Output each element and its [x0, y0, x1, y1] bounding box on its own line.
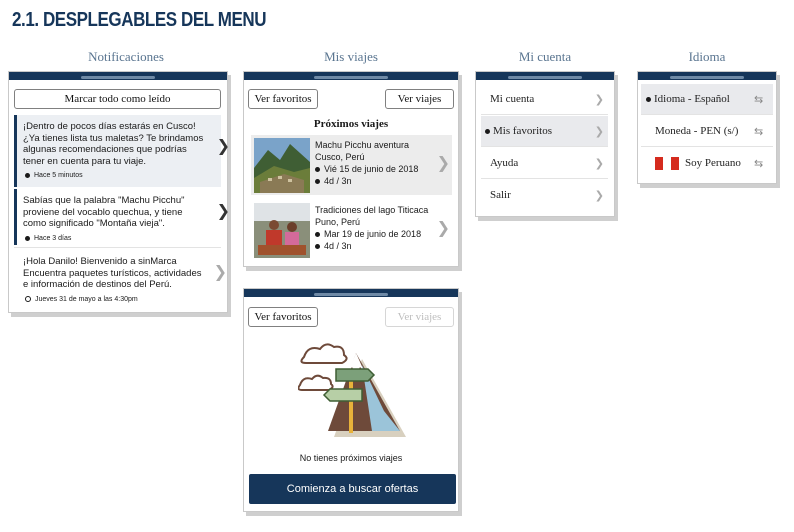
language-dropdown: Idioma - Español ⇆ Moneda - PEN (s/) ⇆ S…	[637, 71, 777, 184]
panel-grip	[314, 76, 388, 79]
menu-item-label: Ayuda	[490, 157, 519, 169]
column-heading-trips: Mis viajes	[324, 49, 378, 64]
trip-duration: 4d / 3n	[324, 241, 352, 251]
notifications-dropdown: Marcar todo como leído ¡Dentro de pocos …	[8, 71, 230, 313]
duration-dot-icon	[315, 178, 320, 184]
chevron-right-icon: ❯	[594, 189, 604, 202]
mark-all-read-button[interactable]: Marcar todo como leído	[14, 89, 221, 109]
titicaca-photo	[254, 203, 310, 258]
unread-dot-icon	[25, 173, 30, 179]
peru-flag-icon	[655, 156, 679, 170]
unread-dot-icon	[25, 235, 30, 241]
read-ring-icon	[25, 296, 31, 303]
active-dot-icon	[485, 128, 490, 134]
trip-place: Cusco, Perú	[315, 152, 365, 162]
chevron-right-icon[interactable]: ❯	[217, 138, 230, 153]
peruvian-option[interactable]: Soy Peruano ⇆	[641, 148, 773, 179]
view-trips-button[interactable]: Ver viajes	[385, 89, 454, 109]
menu-item-my-favorites[interactable]: Mis favoritos ❯	[481, 116, 608, 147]
panel-header-bar	[244, 289, 458, 297]
menu-item-my-account[interactable]: Mi cuenta ❯	[481, 84, 608, 115]
trip-card[interactable]: Machu Picchu aventura Cusco, Perú Vié 15…	[251, 135, 452, 195]
menu-item-label: Mis favoritos	[493, 125, 552, 137]
panel-grip	[670, 76, 744, 79]
language-label: Idioma - Español	[654, 93, 730, 105]
notification-text: algunas recomendaciones que podrías	[23, 144, 187, 155]
notification-text: ¡Dentro de pocos días estarás en Cusco!	[23, 121, 196, 132]
notification-item[interactable]: Sabías que la palabra "Machu Picchu" pro…	[14, 189, 230, 245]
empty-state-message: No tienes próximos viajes	[299, 453, 403, 463]
menu-item-logout[interactable]: Salir ❯	[481, 180, 608, 211]
menu-item-help[interactable]: Ayuda ❯	[481, 148, 608, 179]
notification-text: Sabías que la palabra "Machu Picchu"	[23, 195, 185, 206]
swap-icon[interactable]: ⇆	[754, 158, 766, 170]
notification-item[interactable]: ¡Dentro de pocos días estarás en Cusco! …	[14, 115, 230, 187]
panel-grip	[314, 293, 388, 296]
trips-empty-dropdown: Ver favoritos Ver viajes No tienes próxi…	[243, 288, 459, 512]
notification-time: Hace 5 minutos	[34, 172, 83, 179]
trip-duration: 4d / 3n	[324, 176, 352, 186]
notification-time: Jueves 31 de mayo a las 4:30pm	[35, 295, 138, 303]
view-favorites-button[interactable]: Ver favoritos	[248, 307, 318, 327]
panel-header-bar	[638, 72, 776, 80]
column-heading-notifications: Notificaciones	[88, 49, 164, 64]
machu-picchu-photo	[254, 138, 310, 193]
trip-date: Mar 19 de junio de 2018	[324, 229, 422, 239]
start-searching-button[interactable]: Comienza a buscar ofertas	[249, 474, 456, 504]
notification-text: como significado "Montaña vieja".	[23, 218, 165, 229]
notification-item[interactable]: ¡Hola Danilo! Bienvenido a sinMarca Encu…	[14, 250, 227, 308]
active-dot-icon	[646, 96, 651, 102]
trip-card[interactable]: Tradiciones del lago Titicaca Puno, Perú…	[251, 200, 452, 260]
peruvian-label: Soy Peruano	[685, 157, 741, 169]
menu-item-label: Salir	[490, 189, 511, 201]
account-dropdown: Mi cuenta ❯ Mis favoritos ❯ Ayuda ❯ Sali…	[475, 71, 615, 217]
notification-text: proviene del vocablo quechua, y tiene	[23, 206, 183, 218]
notification-text: e información de destinos del Perú.	[23, 279, 172, 290]
chevron-right-icon[interactable]: ❯	[437, 218, 450, 237]
panel-grip	[81, 76, 155, 79]
panel-grip	[508, 76, 582, 79]
panel-header-bar	[476, 72, 614, 80]
panel-header-bar	[244, 72, 458, 80]
trip-title: Tradiciones del lago Titicaca	[315, 205, 429, 215]
menu-item-label: Mi cuenta	[490, 93, 535, 105]
language-option[interactable]: Idioma - Español ⇆	[641, 84, 773, 115]
chevron-right-icon: ❯	[594, 125, 604, 138]
notification-text: tener en cuenta para tu viaje.	[23, 155, 147, 167]
notification-time: Hace 3 días	[34, 234, 72, 242]
trips-dropdown: Ver favoritos Ver viajes Próximos viajes…	[243, 71, 459, 267]
chevron-right-icon[interactable]: ❯	[214, 264, 227, 279]
calendar-dot-icon	[315, 231, 320, 237]
view-favorites-button[interactable]: Ver favoritos	[248, 89, 318, 109]
upcoming-trips-heading: Próximos viajes	[313, 118, 389, 130]
notification-text: Encuentra paquetes turísticos, actividad…	[23, 267, 202, 279]
currency-option[interactable]: Moneda - PEN (s/) ⇆	[641, 116, 773, 147]
page-title: 2.1. DESPLEGABLES DEL MENU	[12, 9, 267, 31]
column-heading-account: Mi cuenta	[518, 49, 572, 64]
divider	[14, 247, 221, 248]
swap-icon[interactable]: ⇆	[754, 94, 766, 106]
trip-title: Machu Picchu aventura	[315, 140, 410, 150]
mountain-signpost-illustration	[297, 341, 408, 441]
notification-text: ¡Hola Danilo! Bienvenido a sinMarca	[23, 256, 177, 267]
chevron-right-icon: ❯	[594, 157, 604, 170]
notification-text: ¿Ya tienes lista tus maletas? Te brindam…	[23, 132, 204, 144]
chevron-right-icon[interactable]: ❯	[217, 203, 230, 218]
currency-label: Moneda - PEN (s/)	[655, 125, 739, 137]
chevron-right-icon[interactable]: ❯	[437, 153, 450, 172]
swap-icon[interactable]: ⇆	[754, 126, 766, 138]
trip-date: Vié 15 de junio de 2018	[324, 164, 419, 174]
trip-place: Puno, Perú	[315, 217, 361, 227]
duration-dot-icon	[315, 243, 320, 249]
column-heading-language: Idioma	[688, 49, 726, 64]
panel-header-bar	[9, 72, 227, 80]
calendar-dot-icon	[315, 166, 320, 172]
chevron-right-icon: ❯	[594, 93, 604, 106]
view-trips-button: Ver viajes	[385, 307, 454, 327]
